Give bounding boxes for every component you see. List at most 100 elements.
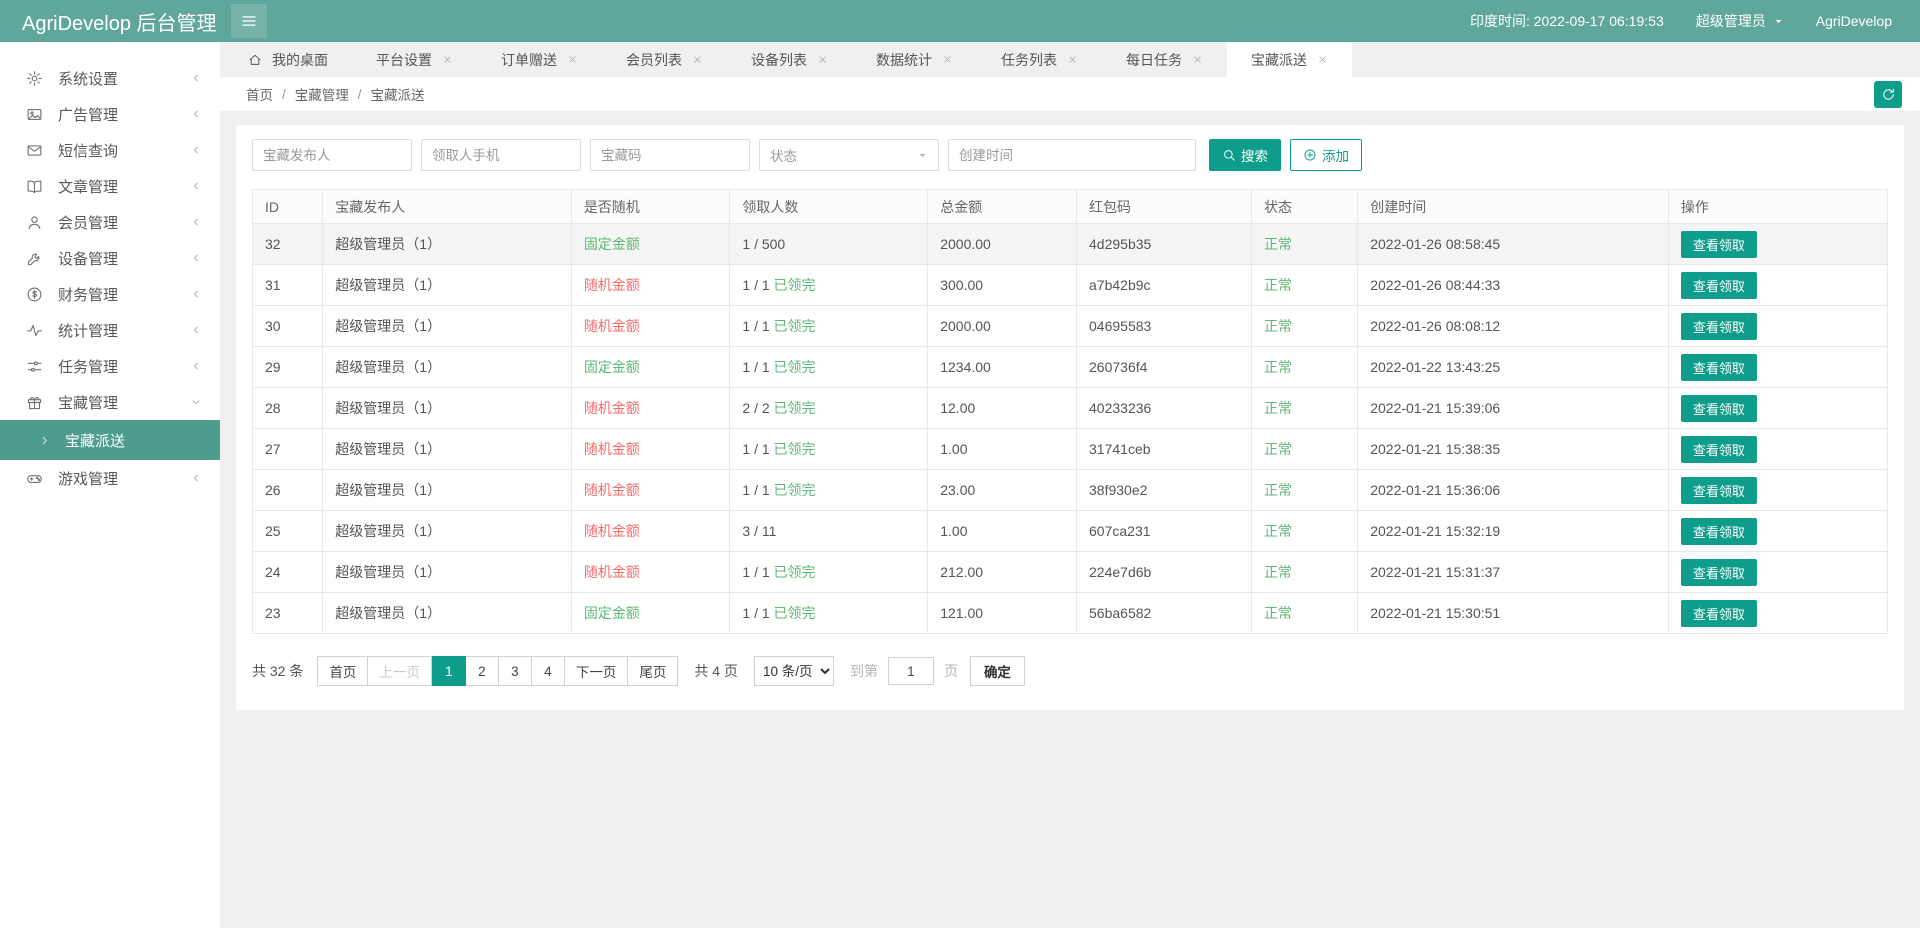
cell-claims: 1 / 1 已领完 — [729, 346, 929, 388]
breadcrumb-item[interactable]: 宝藏管理 — [295, 84, 349, 104]
cell-random: 随机金额 — [570, 428, 731, 470]
breadcrumb-item[interactable]: 宝藏派送 — [371, 84, 425, 104]
table-row: 26 超级管理员（1） 随机金额 1 / 1 已领完 23.00 38f930e2 正常 20… — [251, 469, 1889, 511]
sidebar-item-system-settings[interactable]: 系统设置 — [0, 60, 220, 96]
caret-down-icon — [917, 150, 928, 161]
breadcrumb-item[interactable]: 首页 — [246, 84, 273, 104]
tab-daily-task[interactable]: 每日任务 — [1102, 42, 1227, 77]
server-time: 印度时间: 2022-09-17 06:19:53 — [1469, 13, 1664, 29]
view-claims-button[interactable]: 查看领取 — [1680, 517, 1757, 545]
menu-toggle-button[interactable] — [230, 4, 267, 38]
tab-label: 设备列表 — [751, 51, 807, 68]
chevron-left-icon — [190, 144, 202, 156]
view-claims-button[interactable]: 查看领取 — [1680, 353, 1757, 381]
close-icon[interactable] — [1067, 54, 1078, 65]
close-icon[interactable] — [817, 54, 828, 65]
tab-order-gift[interactable]: 订单赠送 — [477, 42, 602, 77]
cell-code: 38f930e2 — [1076, 469, 1252, 511]
user-menu[interactable]: 超级管理员 — [1696, 11, 1784, 31]
next-page-button[interactable]: 下一页 — [563, 656, 629, 686]
prev-page-button[interactable]: 上一页 — [367, 656, 432, 686]
page-button-4[interactable]: 4 — [530, 656, 565, 686]
last-page-button[interactable]: 尾页 — [627, 656, 679, 686]
breadcrumb-separator: / — [282, 86, 286, 102]
home-icon — [248, 53, 262, 67]
table-row: 27 超级管理员（1） 随机金额 1 / 1 已领完 1.00 31741ceb 正常 202… — [251, 428, 1889, 470]
sidebar-item-ad-management[interactable]: 广告管理 — [0, 96, 220, 132]
close-icon[interactable] — [692, 54, 703, 65]
cell-amount: 12.00 — [927, 387, 1078, 429]
cell-random: 随机金额 — [570, 264, 731, 306]
column-header: ID — [251, 189, 324, 224]
status-select[interactable]: 状态 — [759, 139, 939, 171]
page-size-select[interactable]: 10 条/页 — [753, 656, 834, 686]
cell-created: 2022-01-26 08:44:33 — [1357, 264, 1669, 306]
sidebar-item-article-management[interactable]: 文章管理 — [0, 168, 220, 204]
first-page-button[interactable]: 首页 — [317, 656, 369, 686]
view-claims-button[interactable]: 查看领取 — [1680, 394, 1757, 422]
tab-platform-settings[interactable]: 平台设置 — [352, 42, 477, 77]
tab-device-list[interactable]: 设备列表 — [727, 42, 852, 77]
cell-id: 32 — [251, 223, 324, 265]
sidebar-subitem-treasure-delivery[interactable]: 宝藏派送 — [0, 420, 220, 460]
close-icon[interactable] — [1317, 54, 1328, 65]
close-icon[interactable] — [942, 54, 953, 65]
cell-claims: 1 / 1 已领完 — [729, 428, 929, 470]
treasure-code-filter-input[interactable] — [590, 139, 750, 171]
sidebar-item-label: 短信查询 — [58, 142, 119, 160]
refresh-button[interactable] — [1874, 80, 1902, 108]
cell-publisher: 超级管理员（1） — [322, 428, 572, 470]
hamburger-icon — [240, 12, 258, 30]
cell-publisher: 超级管理员（1） — [322, 223, 572, 265]
search-button[interactable]: 搜索 — [1209, 139, 1281, 171]
cell-action: 查看领取 — [1667, 305, 1889, 347]
view-claims-button[interactable]: 查看领取 — [1680, 230, 1757, 258]
sidebar-item-treasure-management[interactable]: 宝藏管理 — [0, 384, 220, 420]
view-claims-button[interactable]: 查看领取 — [1680, 435, 1757, 463]
tab-data-stats[interactable]: 数据统计 — [852, 42, 977, 77]
tab-label: 宝藏派送 — [1251, 51, 1307, 68]
cell-claims: 1 / 1 已领完 — [729, 469, 929, 511]
chevron-left-icon — [190, 472, 202, 484]
view-claims-button[interactable]: 查看领取 — [1680, 271, 1757, 299]
app-title: AgriDevelop 后台管理 — [22, 12, 217, 35]
total-count: 共 32 条 — [252, 663, 304, 679]
close-icon[interactable] — [1192, 54, 1203, 65]
cell-action: 查看领取 — [1667, 223, 1889, 265]
sidebar-item-sms-query[interactable]: 短信查询 — [0, 132, 220, 168]
page-button-3[interactable]: 3 — [497, 656, 532, 686]
tab-task-list[interactable]: 任务列表 — [977, 42, 1102, 77]
cell-created: 2022-01-21 15:39:06 — [1357, 387, 1669, 429]
sidebar-item-device-management[interactable]: 设备管理 — [0, 240, 220, 276]
close-icon[interactable] — [442, 54, 453, 65]
publisher-filter-input[interactable] — [252, 139, 412, 171]
claimer-phone-filter-input[interactable] — [421, 139, 581, 171]
view-claims-button[interactable]: 查看领取 — [1680, 312, 1757, 340]
cell-random: 随机金额 — [570, 469, 731, 511]
brand-link[interactable]: AgriDevelop — [1816, 13, 1892, 29]
sidebar-item-label: 会员管理 — [58, 214, 119, 232]
goto-page-input[interactable] — [887, 657, 934, 685]
close-icon[interactable] — [567, 54, 578, 65]
sidebar-item-stats-management[interactable]: 统计管理 — [0, 312, 220, 348]
add-button[interactable]: 添加 — [1290, 139, 1362, 171]
view-claims-button[interactable]: 查看领取 — [1680, 599, 1757, 627]
tab-my-desktop[interactable]: 我的桌面 — [224, 42, 352, 77]
tab-member-list[interactable]: 会员列表 — [602, 42, 727, 77]
view-claims-button[interactable]: 查看领取 — [1680, 558, 1757, 586]
data-table: ID 宝藏发布人 是否随机 领取人数 总金额 红包码 状态 创建时间 操作 32 超级管理员（1）… — [251, 189, 1889, 634]
cell-random: 随机金额 — [570, 387, 731, 429]
sidebar-item-member-management[interactable]: 会员管理 — [0, 204, 220, 240]
breadcrumb-bar: 首页 / 宝藏管理 / 宝藏派送 — [220, 77, 1920, 111]
tab-treasure-delivery[interactable]: 宝藏派送 — [1227, 42, 1352, 77]
created-time-filter-input[interactable] — [948, 139, 1196, 171]
sidebar-item-task-management[interactable]: 任务管理 — [0, 348, 220, 384]
sidebar-item-game-management[interactable]: 游戏管理 — [0, 460, 220, 496]
confirm-button[interactable]: 确定 — [969, 656, 1025, 686]
sidebar-item-finance-management[interactable]: 财务管理 — [0, 276, 220, 312]
view-claims-button[interactable]: 查看领取 — [1680, 476, 1757, 504]
page-button-2[interactable]: 2 — [464, 656, 499, 686]
cell-status: 正常 — [1250, 223, 1359, 265]
chevron-left-icon — [190, 324, 202, 336]
page-button-1[interactable]: 1 — [431, 656, 466, 686]
